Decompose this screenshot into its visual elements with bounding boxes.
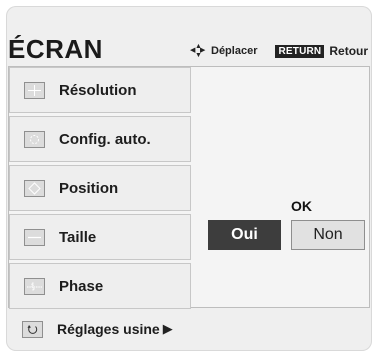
menu-item-label: Taille	[59, 228, 97, 246]
resolution-icon	[24, 81, 45, 99]
return-label: Retour	[329, 44, 369, 58]
auto-config-icon	[24, 130, 45, 148]
menu-item-phase[interactable]: Phase	[9, 263, 191, 309]
factory-reset-label: Réglages usine	[57, 321, 160, 337]
menu-item-size[interactable]: Taille	[9, 214, 191, 260]
phase-icon	[24, 277, 45, 295]
confirm-prompt: OK	[291, 198, 312, 214]
menu-item-label: Résolution	[59, 81, 137, 99]
yes-button[interactable]: Oui	[208, 220, 281, 250]
return-badge: RETURN	[275, 44, 325, 58]
move-label: Déplacer	[211, 45, 258, 57]
no-button[interactable]: Non	[291, 220, 365, 250]
chevron-right-icon: ▶	[162, 321, 173, 336]
menu-item-resolution[interactable]: Résolution	[9, 67, 191, 113]
menu-item-auto-config[interactable]: Config. auto.	[9, 116, 191, 162]
settings-menu: Résolution Config. auto. Position Taille…	[9, 67, 191, 312]
page-title: ÉCRAN	[8, 34, 103, 64]
navigation-hint: ▲ ▼ ◀ ▶ Déplacer RETURN Retour	[190, 43, 368, 59]
menu-item-label: Phase	[59, 277, 104, 295]
menu-item-label: Config. auto.	[59, 130, 151, 148]
size-icon	[24, 228, 45, 246]
menu-item-label: Position	[59, 179, 119, 197]
menu-item-position[interactable]: Position	[9, 165, 191, 211]
move-arrows-icon: ▲ ▼ ◀ ▶	[190, 43, 206, 59]
position-icon	[24, 179, 45, 197]
reset-icon	[22, 320, 43, 338]
factory-reset-item[interactable]: Réglages usine ▶	[8, 312, 173, 346]
settings-content: Résolution Config. auto. Position Taille…	[8, 66, 370, 309]
